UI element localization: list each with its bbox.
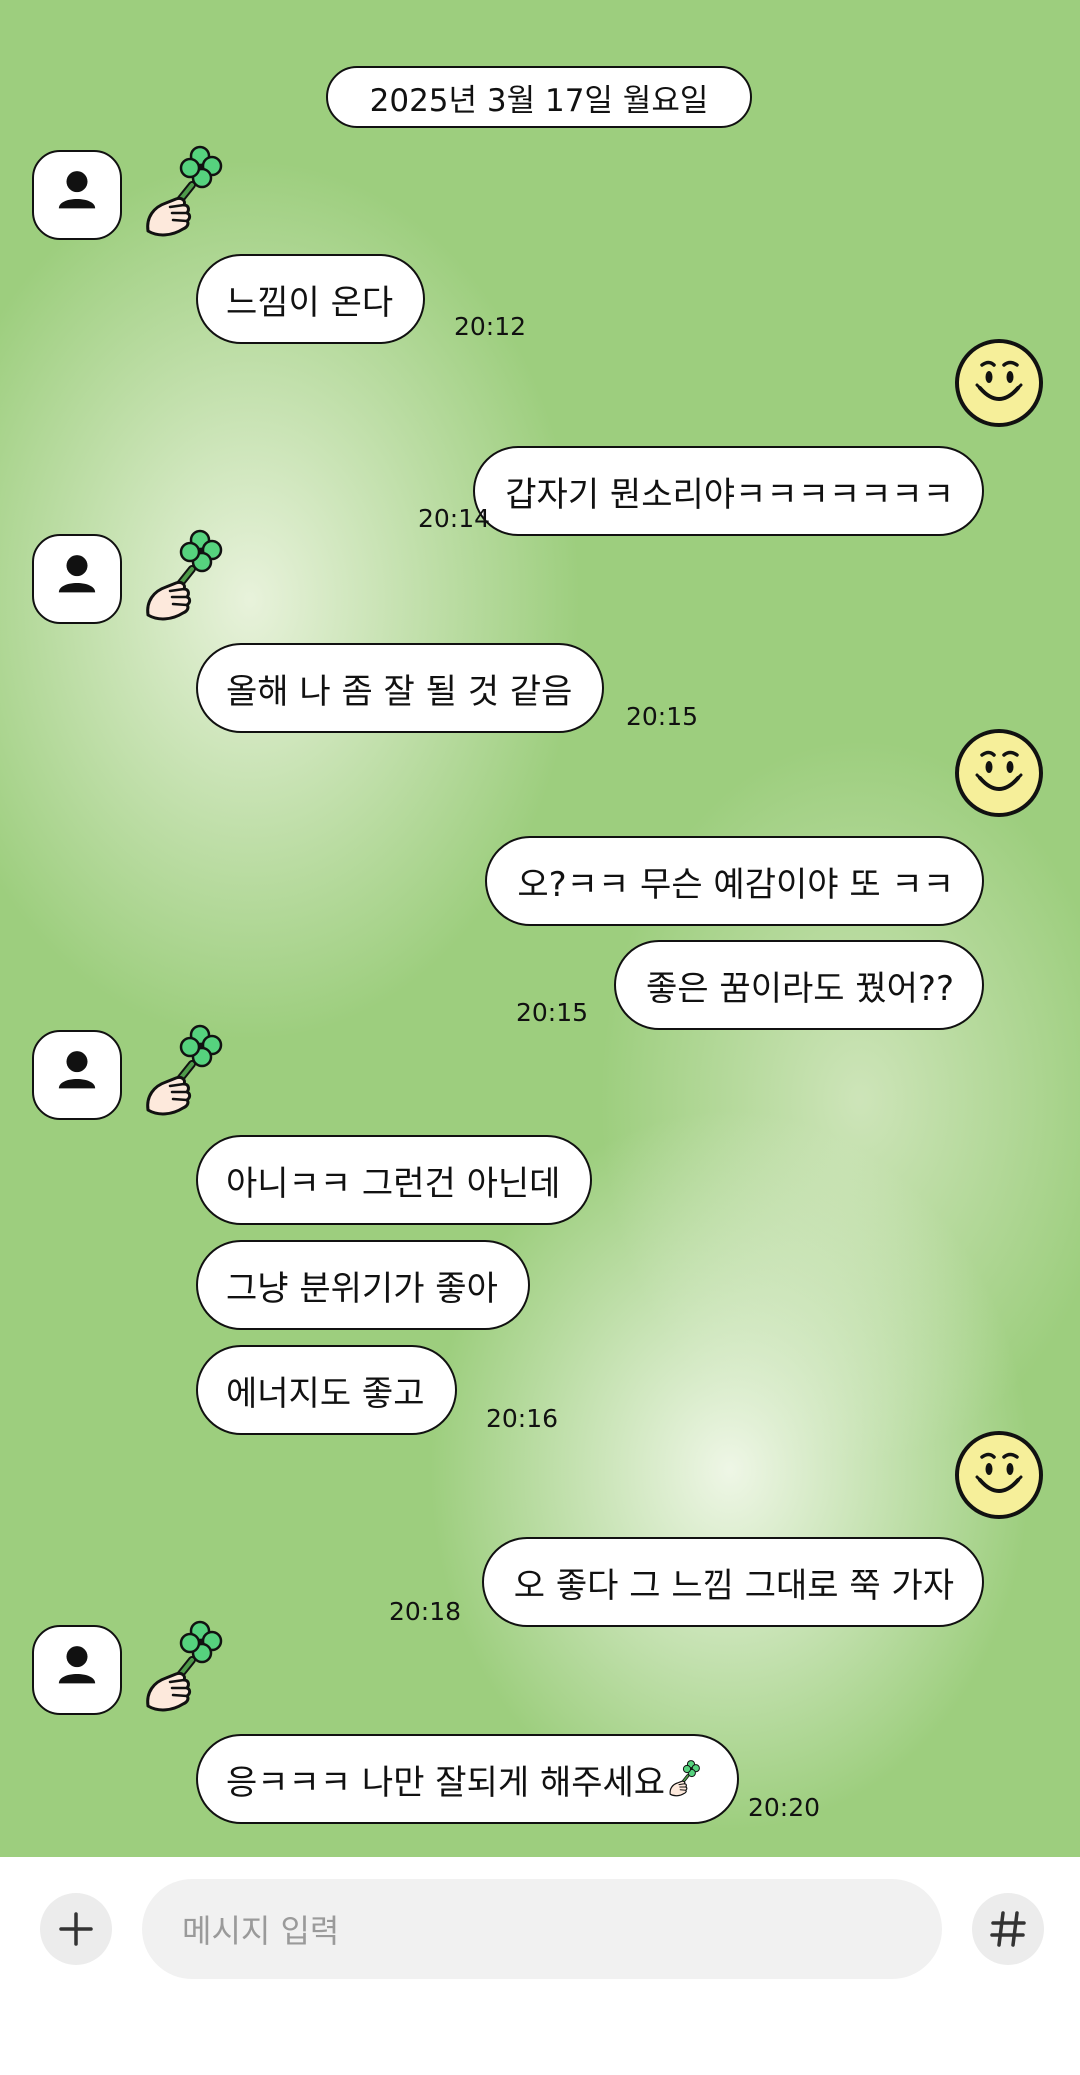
person-icon (34, 536, 120, 622)
person-icon (34, 1032, 120, 1118)
clover-hand-icon (667, 1759, 707, 1799)
message-input-placeholder: 메시지 입력 (182, 1912, 340, 1950)
avatar[interactable] (32, 150, 122, 240)
message-time: 20:18 (389, 1597, 462, 1626)
hashtag-button[interactable] (972, 1893, 1044, 1965)
message-bubble[interactable]: 에너지도 좋고 (196, 1345, 457, 1435)
date-divider: 2025년 3월 17일 월요일 (326, 66, 752, 128)
avatar[interactable] (32, 1030, 122, 1120)
message-bubble[interactable]: 오 좋다 그 느낌 그대로 쭉 가자 (481, 1537, 984, 1627)
message-bubble[interactable]: 아니ㅋㅋ 그런건 아닌데 (196, 1135, 593, 1225)
message-input[interactable]: 메시지 입력 (142, 1879, 942, 1979)
plus-icon (59, 1912, 93, 1946)
message-time: 20:15 (516, 998, 589, 1027)
message-bubble[interactable]: 그냥 분위기가 좋아 (196, 1240, 530, 1330)
avatar[interactable] (32, 534, 122, 624)
message-bubble[interactable]: 갑자기 뭔소리야ㅋㅋㅋㅋㅋㅋㅋ (473, 446, 984, 536)
message-time: 20:15 (626, 702, 699, 731)
message-time: 20:14 (418, 504, 491, 533)
message-bubble[interactable]: 올해 나 좀 잘 될 것 같음 (196, 643, 605, 733)
message-text: 응ㅋㅋㅋ 나만 잘되게 해주세요 (226, 1762, 666, 1803)
hash-icon (990, 1911, 1026, 1947)
message-time: 20:16 (486, 1404, 559, 1433)
clover-hand-icon (140, 527, 240, 627)
clover-hand-icon (140, 1618, 240, 1718)
message-composer: 메시지 입력 (0, 1857, 1080, 2075)
message-bubble[interactable]: 응ㅋㅋㅋ 나만 잘되게 해주세요 (196, 1734, 740, 1824)
avatar[interactable] (32, 1625, 122, 1715)
clover-hand-icon (140, 1022, 240, 1122)
message-time: 20:20 (748, 1793, 821, 1822)
message-bubble[interactable]: 좋은 꿈이라도 꿨어?? (614, 940, 984, 1030)
person-icon (34, 1627, 120, 1713)
attach-button[interactable] (40, 1893, 112, 1965)
person-icon (34, 152, 120, 238)
smiley-icon[interactable] (954, 1430, 1044, 1520)
message-bubble[interactable]: 느낌이 온다 (196, 254, 426, 344)
message-time: 20:12 (454, 312, 527, 341)
chat-area[interactable]: 2025년 3월 17일 월요일 느낌이 온다 20:12 갑자기 뭔소리야ㅋㅋ… (0, 0, 1080, 1857)
smiley-icon[interactable] (954, 728, 1044, 818)
message-bubble[interactable]: 오?ㅋㅋ 무슨 예감이야 또 ㅋㅋ (485, 836, 984, 926)
clover-hand-icon (140, 143, 240, 243)
smiley-icon[interactable] (954, 338, 1044, 428)
